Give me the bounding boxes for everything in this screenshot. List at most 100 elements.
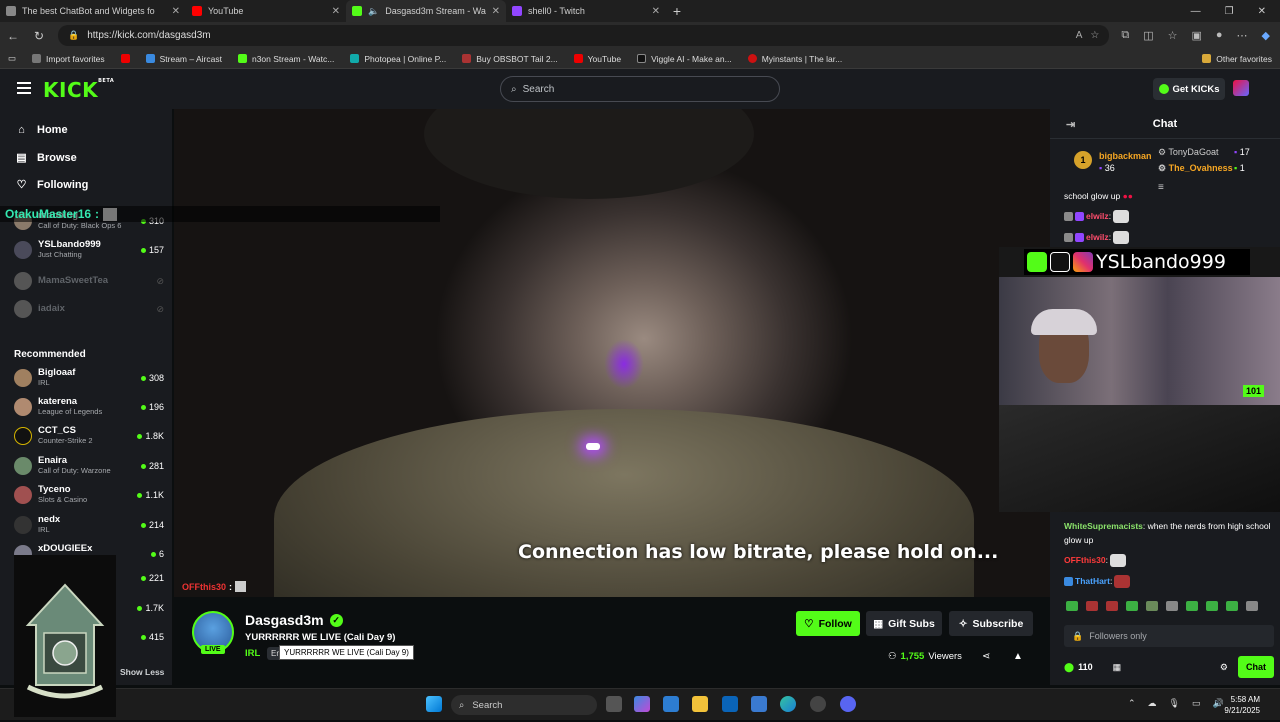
share-icon[interactable]: ⋖ (982, 651, 990, 662)
close-tab-icon[interactable]: ✕ (172, 6, 180, 17)
emote-icon[interactable] (1166, 601, 1178, 611)
bookmark[interactable]: Buy OBSBOT Tail 2... (462, 54, 558, 64)
browser-tab[interactable]: YouTube ✕ (186, 0, 346, 22)
kick-logo[interactable]: KICKBETA (43, 78, 114, 102)
back-icon[interactable]: ← (6, 29, 20, 43)
bookmark[interactable]: Viggle AI - Make an... (637, 54, 732, 64)
close-tab-icon[interactable]: ✕ (492, 6, 500, 17)
taskbar-search[interactable]: ⌕ Search (451, 695, 597, 715)
bookmark[interactable]: n3on Stream - Watc... (237, 54, 334, 64)
sidebar-channel[interactable]: YSLbando999 Just Chatting 157 (14, 237, 164, 263)
stream-category[interactable]: IRL (245, 648, 260, 659)
favorite-star-icon[interactable]: ☆ (1090, 30, 1099, 41)
sidebar-channel[interactable]: Enaira Call of Duty: Warzone 281 (14, 453, 164, 479)
sidebar-channel[interactable]: MamaSweetTea ⊘ (14, 268, 164, 294)
settings-gear-icon[interactable]: ⚙ (1220, 662, 1228, 673)
emote-icon[interactable] (1126, 601, 1138, 611)
gift-subs-button[interactable]: ▦ Gift Subs (866, 611, 942, 636)
collapse-chat-icon[interactable]: ⇥ (1066, 118, 1075, 131)
sidebar-item-browse[interactable]: ▤ Browse (16, 151, 76, 165)
sidebar-item-home[interactable]: ⌂ Home (16, 124, 67, 136)
sidebar-channel[interactable]: iadaix ⊘ (14, 296, 164, 322)
speaker-icon[interactable]: 🔈 (368, 6, 379, 17)
leader-entry[interactable]: ⚙ The_Ovahness (1158, 163, 1233, 174)
bookmark[interactable] (120, 54, 130, 63)
browser-tab-active[interactable]: 🔈 Dasgasd3m Stream - Watch ✕ (346, 0, 506, 22)
edge-icon[interactable] (780, 696, 796, 712)
collapse-bookmarks-icon[interactable]: ▭ (8, 53, 16, 64)
extensions-icon[interactable]: ⧉ (1121, 29, 1129, 42)
channel-points[interactable]: 110 (1078, 662, 1093, 672)
chat-user[interactable]: OFFthis30 (1064, 555, 1106, 565)
profile-icon[interactable]: ● (1216, 29, 1223, 42)
subscribe-button[interactable]: ✧ Subscribe (949, 611, 1033, 636)
menu-icon[interactable] (17, 82, 31, 94)
emote-icon[interactable] (1086, 601, 1098, 611)
emote-icon[interactable] (1226, 601, 1238, 611)
browser-tab[interactable]: The best ChatBot and Widgets fo ✕ (0, 0, 186, 22)
copilot-icon[interactable]: ◆ (1262, 29, 1270, 42)
mic-icon[interactable]: 🎙 (1169, 698, 1180, 709)
follow-button[interactable]: ♡ Follow (796, 611, 860, 636)
chat-send-button[interactable]: Chat (1238, 656, 1274, 678)
chat-user[interactable]: ThatHart (1075, 576, 1110, 586)
emote-icon[interactable] (1206, 601, 1218, 611)
gift-icon[interactable]: ▦ (1113, 662, 1122, 673)
more-icon[interactable]: ⋯ (1237, 29, 1248, 42)
channel-name[interactable]: Dasgasd3m (245, 612, 324, 628)
obs-icon[interactable] (810, 696, 826, 712)
chat-user[interactable]: elwilz (1086, 211, 1109, 221)
emote-icon[interactable] (1106, 601, 1118, 611)
emote-icon[interactable] (1246, 601, 1258, 611)
file-explorer-icon[interactable] (692, 696, 708, 712)
sidebar-channel[interactable]: nedx IRL 214 (14, 512, 164, 538)
user-avatar[interactable] (1233, 80, 1249, 96)
bookmark[interactable]: Myinstants | The lar... (747, 54, 842, 64)
close-tab-icon[interactable]: ✕ (652, 6, 660, 17)
read-aloud-icon[interactable]: A (1076, 30, 1083, 41)
browser-tab[interactable]: shell0 - Twitch ✕ (506, 0, 666, 22)
discord-icon[interactable] (840, 696, 856, 712)
minimize-icon[interactable]: — (1191, 6, 1201, 17)
tray-expand-icon[interactable]: ⌃ (1128, 698, 1136, 709)
store-icon[interactable] (663, 696, 679, 712)
sidebar-channel[interactable]: CCT_CS Counter-Strike 2 1.8K (14, 423, 164, 449)
show-less-link[interactable]: Show Less (120, 667, 164, 677)
split-icon[interactable]: ◫ (1143, 29, 1153, 42)
bookmark[interactable]: Photopea | Online P... (350, 54, 446, 64)
outlook-icon[interactable] (722, 696, 738, 712)
photos-icon[interactable] (751, 696, 767, 712)
get-kicks-button[interactable]: Get KICKs (1153, 78, 1225, 100)
close-window-icon[interactable]: ✕ (1258, 6, 1266, 17)
video-player[interactable]: Connection has low bitrate, please hold … (174, 109, 1050, 597)
chat-user[interactable]: elwilz (1086, 232, 1109, 242)
bookmark[interactable]: YouTube (573, 54, 621, 64)
search-input[interactable]: ⌕ Search (500, 76, 780, 102)
emote-icon[interactable] (1066, 601, 1078, 611)
cloud-icon[interactable]: ☁ (1148, 698, 1157, 709)
report-icon[interactable]: ▲ (1013, 651, 1023, 662)
sidebar-channel[interactable]: katerena League of Legends 196 (14, 394, 164, 420)
bookmark[interactable]: Import favorites (32, 54, 105, 64)
favorites-icon[interactable]: ☆ (1168, 29, 1178, 42)
leader-name[interactable]: bigbackman (1099, 151, 1152, 161)
task-view-icon[interactable] (606, 696, 622, 712)
restore-icon[interactable]: ❐ (1225, 6, 1234, 17)
close-tab-icon[interactable]: ✕ (332, 6, 340, 17)
refresh-icon[interactable]: ↻ (32, 29, 46, 43)
copilot-icon[interactable] (634, 696, 650, 712)
chat-user[interactable]: WhiteSupremacists (1064, 521, 1143, 531)
collections-icon[interactable]: ▣ (1191, 29, 1201, 42)
emote-icon[interactable] (1146, 601, 1158, 611)
leader-entry[interactable]: ⚙ TonyDaGoat (1158, 147, 1218, 158)
other-favorites[interactable]: Other favorites (1202, 54, 1272, 64)
windows-start-icon[interactable] (426, 696, 442, 712)
url-field[interactable]: 🔒 https://kick.com/dasgasd3m A ☆ (58, 25, 1110, 46)
sidebar-item-following[interactable]: ♡ Following (16, 178, 89, 192)
sidebar-channel[interactable]: Bigloaaf IRL 308 (14, 365, 164, 391)
sidebar-channel[interactable]: Tyceno Slots & Casino 1.1K (14, 482, 164, 508)
bookmark[interactable]: Stream – Aircast (145, 54, 222, 64)
emote-icon[interactable] (1186, 601, 1198, 611)
chat-input[interactable]: 🔒 Followers only (1064, 625, 1274, 647)
taskbar-clock[interactable]: 5:58 AM 9/21/2025 (1200, 694, 1260, 716)
